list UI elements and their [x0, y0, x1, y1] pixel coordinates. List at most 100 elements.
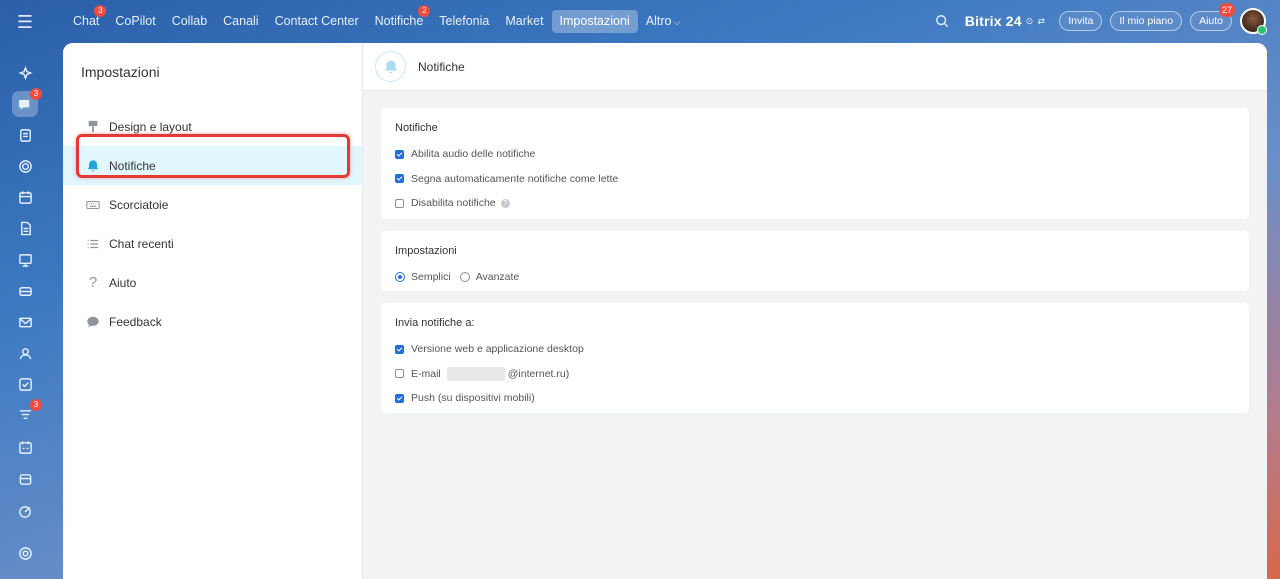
sidebar-item-label: Feedback	[109, 314, 162, 329]
rail-feed-icon[interactable]	[12, 122, 38, 148]
rail-copilot-icon[interactable]	[12, 60, 38, 86]
section-title: Impostazioni	[395, 245, 457, 257]
clock-icon: ⊙	[1025, 15, 1034, 26]
option-label: Segna automaticamente notifiche come let…	[411, 172, 619, 185]
hamburger-menu-icon[interactable]: ☰	[14, 12, 36, 32]
option-label: Push (su dispositivi mobili)	[411, 392, 535, 405]
sidebar-item-design[interactable]: Design e layout	[63, 107, 362, 146]
nav-altro[interactable]: Altro ⌵	[638, 10, 689, 33]
rail-mail-icon[interactable]	[12, 309, 38, 335]
sidebar-item-aiuto[interactable]: ? Aiuto	[63, 263, 362, 302]
brush-icon	[85, 119, 101, 135]
feed-badge: 3	[30, 399, 42, 411]
rail-calendar-icon[interactable]	[12, 184, 38, 210]
email-suffix: @internet.ru)	[507, 367, 570, 380]
rail-contacts-icon[interactable]	[12, 340, 38, 366]
avatar[interactable]	[1240, 8, 1267, 35]
nav-impostazioni[interactable]: Impostazioni	[551, 10, 638, 33]
checkbox-checked[interactable]	[395, 393, 404, 403]
impostazioni-card: Impostazioni Semplici Avanzate	[381, 231, 1249, 291]
rail-chat-icon[interactable]: 3	[12, 88, 42, 117]
nav-chat-badge: 3	[94, 5, 107, 17]
rail-document-icon[interactable]	[12, 215, 38, 241]
nav-chat[interactable]: Chat 3	[65, 5, 107, 33]
list-icon	[85, 236, 101, 252]
content-header: Notifiche	[363, 43, 1267, 91]
my-plan-button[interactable]: Il mio piano	[1110, 11, 1183, 31]
checkbox-unchecked[interactable]	[395, 369, 404, 379]
bell-icon	[85, 158, 101, 174]
help-icon[interactable]: ?	[500, 198, 510, 208]
nav-telefonia[interactable]: Telefonia	[431, 10, 497, 33]
nav-contact-center[interactable]: Contact Center	[267, 10, 367, 33]
top-bar: Chat 3 CoPilot Collab Canali Contact Cent…	[50, 0, 1280, 44]
checkbox-unchecked[interactable]	[395, 198, 404, 208]
sidebar-item-label: Scorciatoie	[109, 197, 169, 212]
settings-panel: Impostazioni Design e layout Notifiche S…	[63, 43, 1267, 579]
search-icon[interactable]	[935, 14, 949, 28]
option-web-desktop[interactable]: Versione web e applicazione desktop	[395, 337, 1235, 362]
rail-target-icon[interactable]	[12, 153, 38, 179]
section-title: Notifiche	[395, 122, 438, 134]
option-label: Versione web e applicazione desktop	[411, 343, 584, 356]
option-push[interactable]: Push (su dispositivi mobili)	[395, 386, 1235, 411]
radio-semplici[interactable]	[395, 272, 405, 283]
settings-sidebar: Impostazioni Design e layout Notifiche S…	[63, 43, 363, 579]
settings-content: Notifiche Notifiche Abilita audio delle …	[363, 43, 1267, 579]
nav-copilot[interactable]: CoPilot	[107, 10, 163, 33]
chevron-down-icon: ⌵	[673, 17, 681, 27]
option-disable[interactable]: Disabilita notifiche ?	[395, 191, 1235, 216]
rail-settings-icon[interactable]	[12, 540, 38, 566]
online-status-icon	[1257, 25, 1267, 35]
speech-bubble-icon	[85, 314, 101, 330]
section-title: Invia notifiche a:	[395, 317, 475, 329]
bitrix-logo[interactable]: Bitrix 24 ⊙ ⇄	[965, 13, 1045, 29]
nav-market[interactable]: Market	[497, 10, 551, 33]
option-label: Abilita audio delle notifiche	[411, 148, 536, 161]
option-auto-read[interactable]: Segna automaticamente notifiche come let…	[395, 167, 1235, 192]
checkbox-checked[interactable]	[395, 174, 404, 184]
page-title: Notifiche	[418, 59, 465, 74]
sidebar-item-notifiche[interactable]: Notifiche	[63, 146, 362, 185]
bell-icon	[375, 51, 406, 82]
rail-board-icon[interactable]	[12, 247, 38, 273]
rail-goal-icon[interactable]	[12, 498, 38, 524]
sidebar-item-label: Notifiche	[109, 158, 156, 173]
sidebar-title: Impostazioni	[81, 64, 160, 80]
sidebar-list: Design e layout Notifiche Scorciatoie Ch…	[63, 107, 362, 341]
sidebar-item-scorciatoie[interactable]: Scorciatoie	[63, 185, 362, 224]
nav-notifiche[interactable]: Notifiche 2	[367, 5, 432, 33]
rail-store-icon[interactable]	[12, 466, 38, 492]
sidebar-item-label: Aiuto	[109, 275, 137, 290]
rail-drive-icon[interactable]	[12, 278, 38, 304]
option-email[interactable]: E-mail @internet.ru)	[395, 362, 1235, 387]
notifiche-card: Notifiche Abilita audio delle notifiche …	[381, 108, 1249, 219]
rail-tasks-icon[interactable]	[12, 371, 38, 397]
checkbox-checked[interactable]	[395, 344, 404, 354]
invia-card: Invia notifiche a: Versione web e applic…	[381, 303, 1249, 413]
rail-funnel-icon[interactable]: 3	[12, 399, 42, 428]
radio-avanzate[interactable]	[459, 272, 470, 283]
question-icon: ?	[88, 274, 98, 291]
option-audio[interactable]: Abilita audio delle notifiche	[395, 142, 1235, 167]
swap-icon: ⇄	[1037, 15, 1046, 26]
radio-label: Semplici	[411, 271, 451, 284]
help-button[interactable]: Aiuto 27	[1190, 3, 1235, 31]
invite-button[interactable]: Invita	[1059, 11, 1103, 31]
help-badge: 27	[1218, 3, 1235, 17]
checkbox-checked[interactable]	[395, 149, 404, 159]
nav-canali[interactable]: Canali	[215, 10, 266, 33]
sidebar-item-chat-recenti[interactable]: Chat recenti	[63, 224, 362, 263]
chat-badge: 3	[30, 88, 42, 100]
rail-schedule-icon[interactable]	[12, 434, 38, 460]
left-rail: ☰ 3 3	[0, 0, 50, 579]
sidebar-item-feedback[interactable]: Feedback	[63, 302, 362, 341]
option-label: Disabilita notifiche	[411, 197, 496, 210]
masked-email	[446, 366, 505, 381]
option-label: E-mail	[411, 367, 441, 380]
radio-label: Avanzate	[475, 271, 520, 284]
sidebar-item-label: Design e layout	[109, 119, 192, 134]
nav-collab[interactable]: Collab	[164, 10, 215, 33]
mode-radio-group: Semplici Avanzate	[395, 265, 1235, 290]
keyboard-icon	[85, 197, 101, 213]
